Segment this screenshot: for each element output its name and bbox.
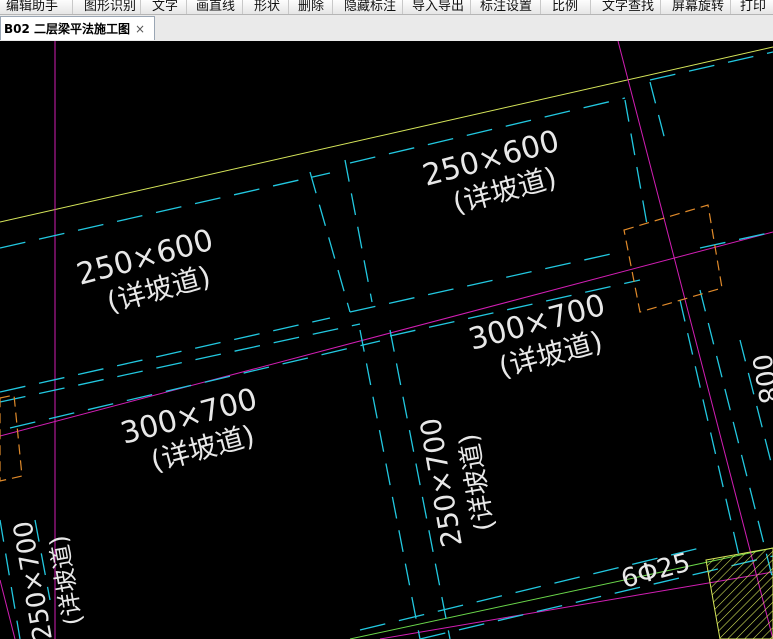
toolbar-separator: [540, 0, 541, 14]
toolbar-import-export[interactable]: 导入导出: [412, 0, 464, 14]
toolbar-draw-line[interactable]: 画直线: [196, 0, 235, 14]
toolbar-separator: [332, 0, 333, 14]
toolbar-screen-rotate[interactable]: 屏幕旋转: [672, 0, 724, 14]
axis-line: [0, 579, 16, 639]
toolbar-separator: [288, 0, 289, 14]
toolbar-scale[interactable]: 比例: [552, 0, 578, 14]
beam-annotation-e: 250×700 (详坡道): [414, 415, 501, 549]
toolbar-separator: [242, 0, 243, 14]
toolbar-separator: [72, 0, 73, 14]
beam-edge-lines: [0, 51, 773, 639]
toolbar-separator: [140, 0, 141, 14]
toolbar-edit-assistant[interactable]: 编辑助手: [6, 0, 58, 14]
document-tab[interactable]: B02 二层梁平法施工图 ×: [0, 16, 155, 40]
toolbar-separator: [590, 0, 591, 14]
beam-annotation-b: 250×600 (详坡道): [419, 124, 563, 220]
toolbar-text[interactable]: 文字: [152, 0, 178, 14]
toolbar-shape[interactable]: 形状: [254, 0, 280, 14]
document-tab-bar: B02 二层梁平法施工图 ×: [0, 15, 773, 42]
toolbar-annotation-settings[interactable]: 标注设置: [480, 0, 532, 14]
toolbar-separator: [660, 0, 661, 14]
toolbar-hide-annotation[interactable]: 隐藏标注: [344, 0, 396, 14]
toolbar-shape-recognition[interactable]: 图形识别: [84, 0, 136, 14]
edge-annotation: 008: [745, 352, 773, 406]
toolbar-delete[interactable]: 删除: [298, 0, 324, 14]
document-tab-title: B02 二层梁平法施工图: [4, 22, 131, 36]
beam-annotation-c: 300×700 (详坡道): [465, 288, 609, 384]
toolbar-separator: [470, 0, 471, 14]
close-icon[interactable]: ×: [135, 23, 145, 35]
beam-annotation-a: 250×600 (详坡道): [73, 223, 217, 319]
drawing-canvas[interactable]: 250×600 (详坡道) 250×600 (详坡道) 300×700 (详坡道…: [0, 41, 773, 639]
toolbar-separator: [730, 0, 731, 14]
toolbar-separator: [402, 0, 403, 14]
edge-label: 008: [745, 352, 773, 406]
yellow-boundary-line: [0, 46, 773, 223]
cad-drawing[interactable]: 250×600 (详坡道) 250×600 (详坡道) 300×700 (详坡道…: [0, 41, 773, 639]
toolbar-print[interactable]: 打印: [740, 0, 766, 14]
beam-annotation-f: 250×700 (详坡道): [8, 519, 87, 639]
toolbar-text-search[interactable]: 文字查找: [602, 0, 654, 14]
hatched-column: [705, 547, 773, 639]
toolbar: 编辑助手 图形识别 文字 画直线 形状 删除 隐藏标注 导入导出 标注设置 比例…: [0, 0, 773, 15]
toolbar-separator: [186, 0, 187, 14]
